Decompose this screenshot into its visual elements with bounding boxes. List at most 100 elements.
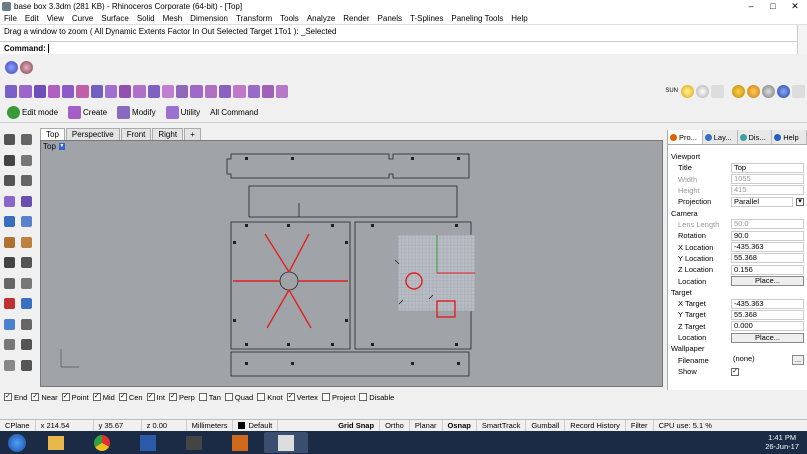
tab-layers[interactable]: Lay...: [703, 130, 738, 144]
tab-front[interactable]: Front: [120, 128, 152, 140]
create-button[interactable]: Create: [65, 105, 110, 121]
left-tool-23-icon[interactable]: [4, 359, 15, 371]
property-value[interactable]: 0.156: [731, 264, 804, 275]
menu-surface[interactable]: Surface: [97, 14, 133, 23]
surface-tool-11-icon[interactable]: [147, 84, 160, 98]
minimize-button[interactable]: –: [740, 0, 762, 12]
command-scrollbar[interactable]: [797, 25, 807, 54]
chevron-right-icon[interactable]: [710, 84, 724, 98]
gumball-toggle[interactable]: Gumball: [526, 419, 566, 432]
property-value[interactable]: 55.368: [731, 309, 804, 320]
left-tool-15-icon[interactable]: [4, 277, 15, 289]
osnap-vertex-checkbox[interactable]: ✓: [286, 393, 295, 401]
osnap-mid-checkbox[interactable]: ✓: [92, 393, 101, 401]
osnap-point-checkbox[interactable]: ✓: [61, 393, 70, 401]
chevron-right-icon[interactable]: [791, 84, 805, 98]
osnap-knot-checkbox[interactable]: [257, 393, 266, 401]
osnap-point[interactable]: ✓ Point: [61, 393, 89, 402]
surface-tool-16-icon[interactable]: [218, 84, 232, 98]
surface-tool-5-icon[interactable]: [62, 84, 75, 98]
camera-place-button[interactable]: Place...: [731, 276, 804, 287]
surface-tool-20-icon[interactable]: [276, 84, 289, 98]
sun-icon[interactable]: [680, 84, 694, 98]
osnap-cen[interactable]: ✓ Cen: [118, 393, 143, 402]
start-button[interactable]: [2, 432, 32, 453]
mesh-icon[interactable]: [731, 84, 745, 98]
left-tool-4-icon[interactable]: [21, 154, 32, 166]
add-viewport-tab[interactable]: +: [184, 128, 201, 140]
osnap-tan-checkbox[interactable]: [198, 393, 207, 401]
menu-panels[interactable]: Panels: [374, 14, 406, 23]
property-value[interactable]: -435.363: [731, 242, 804, 253]
property-value[interactable]: Parallel: [731, 196, 793, 207]
menu-t-splines[interactable]: T-Splines: [406, 14, 447, 23]
left-tool-7-icon[interactable]: [4, 195, 15, 207]
surface-tool-7-icon[interactable]: [90, 84, 103, 98]
show-wallpaper-checkbox[interactable]: ✓: [731, 367, 739, 376]
surface-tool-1-icon[interactable]: [5, 84, 18, 98]
osnap-int[interactable]: ✓ Int: [146, 393, 165, 402]
surface-tool-6-icon[interactable]: [76, 84, 89, 98]
osnap-cen-checkbox[interactable]: ✓: [118, 393, 127, 401]
osnap-end[interactable]: ✓ End: [4, 393, 27, 402]
menu-edit[interactable]: Edit: [21, 14, 43, 23]
taskbar-movie[interactable]: [172, 432, 216, 453]
tab-right[interactable]: Right: [152, 128, 184, 140]
left-tool-16-icon[interactable]: [21, 277, 32, 289]
menu-curve[interactable]: Curve: [68, 14, 97, 23]
menu-file[interactable]: File: [0, 14, 21, 23]
osnap-end-checkbox[interactable]: ✓: [4, 393, 12, 401]
surface-tool-15-icon[interactable]: [204, 84, 217, 98]
osnap-perp[interactable]: ✓ Perp: [168, 393, 195, 402]
osnap-quad[interactable]: Quad: [224, 393, 253, 402]
grid-snap-toggle[interactable]: Grid Snap: [333, 419, 381, 432]
left-tool-5-icon[interactable]: [4, 175, 15, 186]
left-tool-21-icon[interactable]: [4, 339, 15, 350]
target-place-button[interactable]: Place...: [731, 332, 804, 343]
tab-top[interactable]: Top: [40, 128, 65, 140]
menu-paneling-tools[interactable]: Paneling Tools: [447, 14, 507, 23]
left-tool-22-icon[interactable]: [21, 339, 32, 350]
osnap-project[interactable]: Project: [321, 393, 355, 402]
surface-tool-13-icon[interactable]: [176, 84, 189, 98]
close-button[interactable]: ✕: [784, 0, 806, 12]
left-tool-19-icon[interactable]: [4, 318, 15, 330]
osnap-near-checkbox[interactable]: ✓: [31, 393, 40, 401]
light-bulb-icon[interactable]: [695, 84, 709, 98]
tab-properties[interactable]: Pro...: [668, 130, 703, 144]
modify-button[interactable]: Modify: [114, 105, 159, 121]
osnap-disable[interactable]: Disable: [359, 393, 394, 402]
osnap-mid[interactable]: ✓ Mid: [92, 393, 115, 402]
surface-tool-14-icon[interactable]: [190, 84, 203, 98]
surface-tool-2-icon[interactable]: [19, 84, 32, 98]
property-value[interactable]: -435.363: [731, 298, 804, 309]
osnap-int-checkbox[interactable]: ✓: [146, 393, 155, 401]
menu-dimension[interactable]: Dimension: [186, 14, 232, 23]
left-tool-13-icon[interactable]: [4, 257, 15, 268]
menu-mesh[interactable]: Mesh: [159, 14, 187, 23]
osnap-tan[interactable]: Tan: [198, 393, 221, 402]
record-history-toggle[interactable]: Record History: [565, 419, 626, 432]
surface-tool-19-icon[interactable]: [261, 84, 275, 98]
left-tool-2-icon[interactable]: [21, 134, 32, 145]
left-tool-3-icon[interactable]: [4, 154, 15, 166]
menu-transform[interactable]: Transform: [232, 14, 276, 23]
surface-tool-17-icon[interactable]: [233, 84, 246, 98]
property-value[interactable]: 55.368: [731, 253, 804, 264]
gear-icon[interactable]: [761, 84, 775, 98]
left-tool-11-icon[interactable]: [4, 236, 15, 248]
left-tool-18-icon[interactable]: [21, 298, 32, 309]
left-tool-10-icon[interactable]: [21, 216, 32, 227]
left-tool-20-icon[interactable]: [21, 318, 32, 330]
osnap-project-checkbox[interactable]: [321, 393, 330, 401]
osnap-perp-checkbox[interactable]: ✓: [168, 393, 177, 401]
tab-display[interactable]: Dis...: [738, 130, 773, 144]
tab-help[interactable]: Help: [772, 130, 807, 144]
osnap-vertex[interactable]: ✓ Vertex: [286, 393, 318, 402]
vray-icon[interactable]: [746, 84, 760, 98]
taskbar-chrome[interactable]: [80, 432, 124, 453]
property-value[interactable]: Top: [731, 162, 804, 173]
taskbar-explorer[interactable]: [34, 432, 78, 453]
units-label[interactable]: Millimeters: [187, 419, 234, 432]
menu-help[interactable]: Help: [507, 14, 531, 23]
